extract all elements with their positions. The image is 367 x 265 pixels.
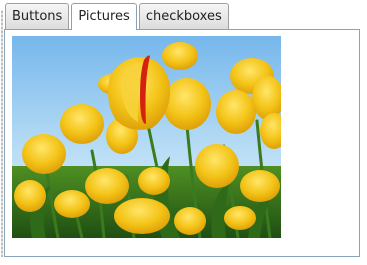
tab-pictures[interactable]: Pictures: [71, 3, 137, 30]
tab-checkboxes[interactable]: checkboxes: [138, 3, 229, 29]
tab-buttons[interactable]: Buttons: [5, 3, 70, 29]
tab-panel-pictures: [4, 29, 360, 257]
tab-strip: Buttons Pictures checkboxes: [5, 3, 229, 30]
tulips-picture: [12, 36, 281, 238]
left-dotted-border: [1, 10, 3, 257]
